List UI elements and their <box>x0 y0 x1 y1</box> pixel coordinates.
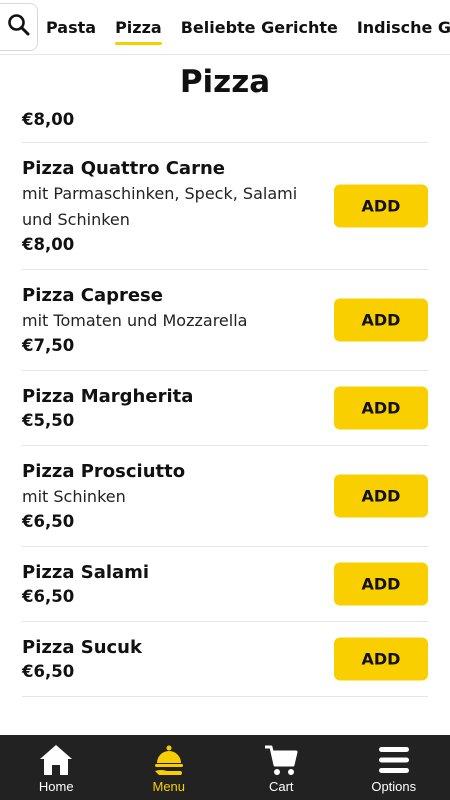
add-button[interactable]: ADD <box>334 562 428 606</box>
item-price: €8,00 <box>22 235 75 254</box>
nav-cart[interactable]: Cart <box>225 735 338 800</box>
item-description: mit Parmaschinken, Speck, Salami und Sch… <box>22 184 298 229</box>
search-button[interactable] <box>0 3 38 51</box>
hamburger-icon <box>376 741 412 779</box>
menu-content: Pizza €8,00 Pizza Quattro Carne mit Parm… <box>0 56 450 735</box>
nav-options[interactable]: Options <box>338 735 450 800</box>
tab-beliebte-gerichte[interactable]: Beliebte Gerichte <box>181 18 338 37</box>
menu-cloche-icon <box>151 741 187 779</box>
tab-pizza[interactable]: Pizza <box>115 18 162 45</box>
item-description: mit Tomaten und Mozzarella <box>22 311 248 330</box>
item-description: mit Schinken <box>22 487 126 506</box>
menu-item: Pizza Margherita €5,50 ADD <box>22 371 428 446</box>
item-price: €8,00 <box>22 110 75 129</box>
category-bar: Pasta Pizza Beliebte Gerichte Indische G… <box>0 0 450 55</box>
nav-menu-label: Menu <box>152 779 186 794</box>
nav-home-label: Home <box>38 779 74 794</box>
menu-item: Pizza Caprese mit Tomaten und Mozzarella… <box>22 270 428 371</box>
add-button[interactable]: ADD <box>334 298 428 342</box>
add-button[interactable]: ADD <box>334 637 428 681</box>
menu-item: Pizza Salami €6,50 ADD <box>22 547 428 622</box>
item-name: Pizza Margherita <box>22 386 194 407</box>
nav-options-label: Options <box>371 779 417 794</box>
item-name: Pizza Sucuk <box>22 637 142 658</box>
category-tabs: Pasta Pizza Beliebte Gerichte Indische G… <box>46 0 450 54</box>
nav-cart-label: Cart <box>268 779 294 794</box>
home-icon <box>38 741 74 779</box>
add-button[interactable]: ADD <box>334 184 428 228</box>
nav-menu[interactable]: Menu <box>113 735 226 800</box>
bottom-nav: Home Menu Cart Options <box>0 735 450 800</box>
menu-item: Pizza Sucuk €6,50 ADD <box>22 622 428 697</box>
add-button[interactable]: ADD <box>334 474 428 518</box>
section-title: Pizza <box>179 64 271 100</box>
menu-item: Pizza Prosciutto mit Schinken €6,50 ADD <box>22 446 428 547</box>
nav-home[interactable]: Home <box>0 735 113 800</box>
search-icon <box>7 13 31 41</box>
item-name: Pizza Quattro Carne <box>22 158 225 179</box>
cart-icon <box>263 741 299 779</box>
item-name: Pizza Prosciutto <box>22 461 186 482</box>
tab-indische-gerichte[interactable]: Indische Gerichte <box>357 18 450 37</box>
item-name: Pizza Caprese <box>22 285 163 306</box>
add-button[interactable]: ADD <box>334 386 428 430</box>
menu-item: Pizza Quattro Carne mit Parmaschinken, S… <box>22 143 428 270</box>
menu-item: €8,00 <box>22 108 428 143</box>
tab-pasta[interactable]: Pasta <box>46 18 96 37</box>
item-name: Pizza Salami <box>22 562 150 583</box>
